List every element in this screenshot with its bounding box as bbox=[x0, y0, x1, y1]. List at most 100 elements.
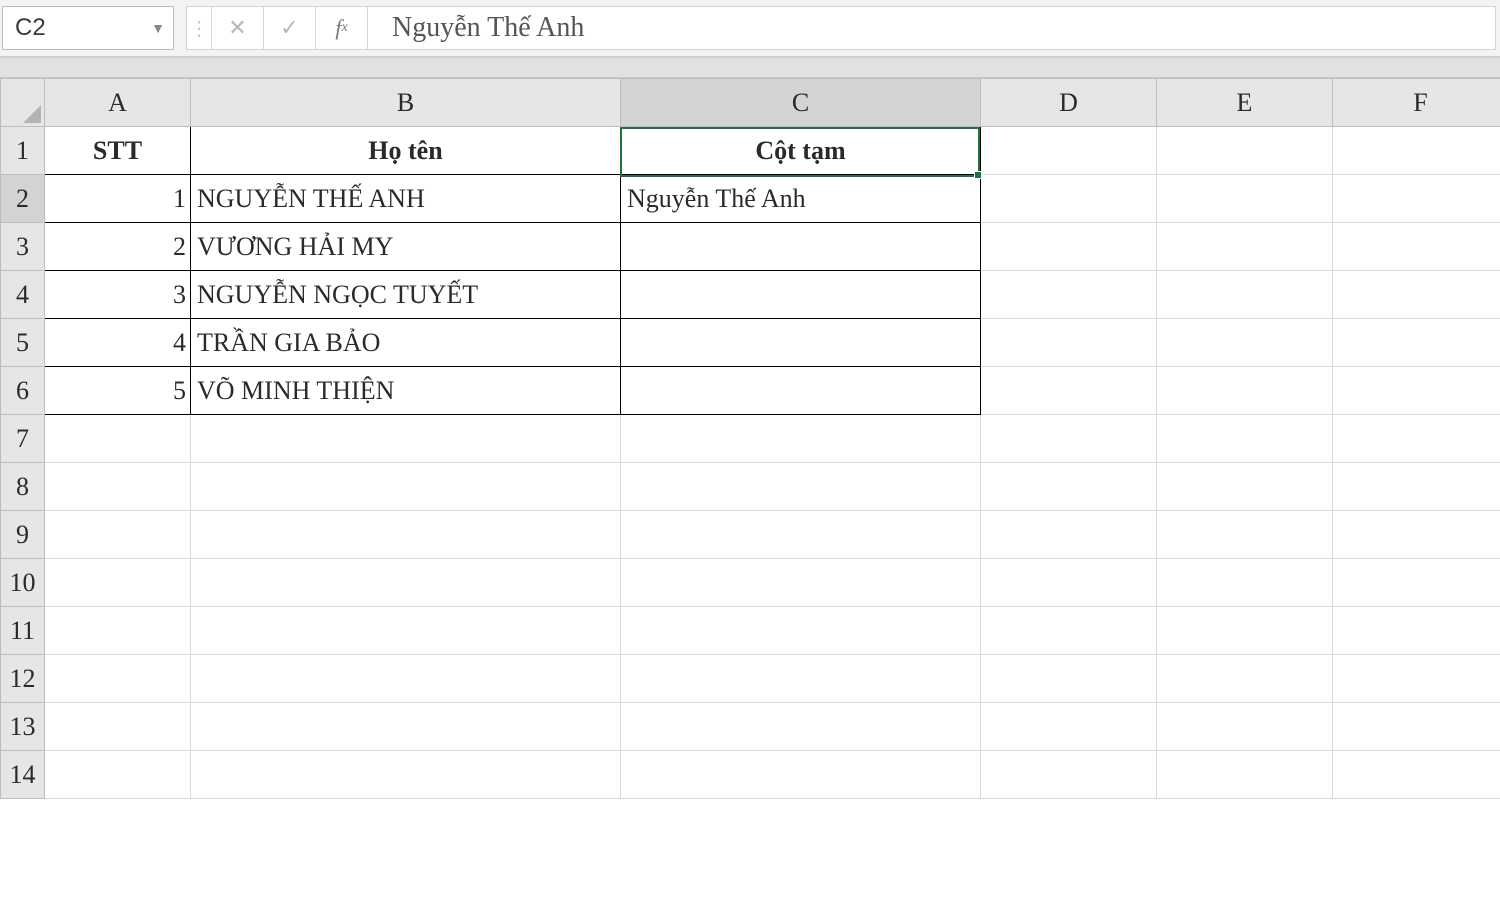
cell-B8[interactable] bbox=[191, 463, 621, 511]
cell-B9[interactable] bbox=[191, 511, 621, 559]
cell-F7[interactable] bbox=[1333, 415, 1500, 463]
cell-D4[interactable] bbox=[981, 271, 1157, 319]
cell-A9[interactable] bbox=[45, 511, 191, 559]
row-header-3[interactable]: 3 bbox=[1, 223, 45, 271]
cell-A2[interactable]: 1 bbox=[45, 175, 191, 223]
cell-D2[interactable] bbox=[981, 175, 1157, 223]
cell-E11[interactable] bbox=[1157, 607, 1333, 655]
cell-E10[interactable] bbox=[1157, 559, 1333, 607]
cell-F9[interactable] bbox=[1333, 511, 1500, 559]
cell-E4[interactable] bbox=[1157, 271, 1333, 319]
col-header-B[interactable]: B bbox=[191, 79, 621, 127]
cell-B6[interactable]: VÕ MINH THIỆN bbox=[191, 367, 621, 415]
cell-F1[interactable] bbox=[1333, 127, 1500, 175]
cell-A3[interactable]: 2 bbox=[45, 223, 191, 271]
cell-B11[interactable] bbox=[191, 607, 621, 655]
cell-C6[interactable] bbox=[621, 367, 981, 415]
cell-B5[interactable]: TRẦN GIA BẢO bbox=[191, 319, 621, 367]
cell-A7[interactable] bbox=[45, 415, 191, 463]
cell-C12[interactable] bbox=[621, 655, 981, 703]
cell-E8[interactable] bbox=[1157, 463, 1333, 511]
cell-E2[interactable] bbox=[1157, 175, 1333, 223]
row-header-14[interactable]: 14 bbox=[1, 751, 45, 799]
cell-A12[interactable] bbox=[45, 655, 191, 703]
col-header-E[interactable]: E bbox=[1157, 79, 1333, 127]
cell-A8[interactable] bbox=[45, 463, 191, 511]
cell-F3[interactable] bbox=[1333, 223, 1500, 271]
cell-A5[interactable]: 4 bbox=[45, 319, 191, 367]
cell-A4[interactable]: 3 bbox=[45, 271, 191, 319]
cell-F4[interactable] bbox=[1333, 271, 1500, 319]
cell-B10[interactable] bbox=[191, 559, 621, 607]
cell-C5[interactable] bbox=[621, 319, 981, 367]
row-header-5[interactable]: 5 bbox=[1, 319, 45, 367]
cell-D8[interactable] bbox=[981, 463, 1157, 511]
formula-input[interactable]: Nguyễn Thế Anh bbox=[367, 7, 1495, 49]
row-header-7[interactable]: 7 bbox=[1, 415, 45, 463]
cell-B13[interactable] bbox=[191, 703, 621, 751]
col-header-F[interactable]: F bbox=[1333, 79, 1500, 127]
confirm-icon[interactable]: ✓ bbox=[263, 7, 315, 49]
cell-C8[interactable] bbox=[621, 463, 981, 511]
cell-C11[interactable] bbox=[621, 607, 981, 655]
cell-D3[interactable] bbox=[981, 223, 1157, 271]
row-header-1[interactable]: 1 bbox=[1, 127, 45, 175]
cell-E13[interactable] bbox=[1157, 703, 1333, 751]
cell-F10[interactable] bbox=[1333, 559, 1500, 607]
row-header-10[interactable]: 10 bbox=[1, 559, 45, 607]
cell-E12[interactable] bbox=[1157, 655, 1333, 703]
cell-C2[interactable]: Nguyễn Thế Anh bbox=[621, 175, 981, 223]
cell-A6[interactable]: 5 bbox=[45, 367, 191, 415]
cell-E14[interactable] bbox=[1157, 751, 1333, 799]
row-header-12[interactable]: 12 bbox=[1, 655, 45, 703]
cell-A10[interactable] bbox=[45, 559, 191, 607]
row-header-6[interactable]: 6 bbox=[1, 367, 45, 415]
row-header-11[interactable]: 11 bbox=[1, 607, 45, 655]
cell-B3[interactable]: VƯƠNG HẢI MY bbox=[191, 223, 621, 271]
cell-B14[interactable] bbox=[191, 751, 621, 799]
cell-B4[interactable]: NGUYỄN NGỌC TUYẾT bbox=[191, 271, 621, 319]
cell-D12[interactable] bbox=[981, 655, 1157, 703]
cell-D1[interactable] bbox=[981, 127, 1157, 175]
cell-C13[interactable] bbox=[621, 703, 981, 751]
cell-F14[interactable] bbox=[1333, 751, 1500, 799]
cell-B1[interactable]: Họ tên bbox=[191, 127, 621, 175]
cell-F13[interactable] bbox=[1333, 703, 1500, 751]
cell-E1[interactable] bbox=[1157, 127, 1333, 175]
cell-F8[interactable] bbox=[1333, 463, 1500, 511]
row-header-8[interactable]: 8 bbox=[1, 463, 45, 511]
cell-C10[interactable] bbox=[621, 559, 981, 607]
spreadsheet-grid[interactable]: A B C D E F 1 STT Họ tên Cột tạm 2 1 NGU… bbox=[0, 78, 1500, 799]
cell-C9[interactable] bbox=[621, 511, 981, 559]
cell-D11[interactable] bbox=[981, 607, 1157, 655]
row-header-2[interactable]: 2 bbox=[1, 175, 45, 223]
cancel-icon[interactable]: ✕ bbox=[211, 7, 263, 49]
chevron-down-icon[interactable]: ▼ bbox=[151, 20, 165, 36]
cell-E5[interactable] bbox=[1157, 319, 1333, 367]
fx-icon[interactable]: fx bbox=[315, 7, 367, 49]
col-header-C[interactable]: C bbox=[621, 79, 981, 127]
cell-B2[interactable]: NGUYỄN THẾ ANH bbox=[191, 175, 621, 223]
cell-A14[interactable] bbox=[45, 751, 191, 799]
cell-D9[interactable] bbox=[981, 511, 1157, 559]
cell-F6[interactable] bbox=[1333, 367, 1500, 415]
row-header-9[interactable]: 9 bbox=[1, 511, 45, 559]
cell-A11[interactable] bbox=[45, 607, 191, 655]
cell-A13[interactable] bbox=[45, 703, 191, 751]
select-all-corner[interactable] bbox=[1, 79, 45, 127]
cell-C14[interactable] bbox=[621, 751, 981, 799]
row-header-13[interactable]: 13 bbox=[1, 703, 45, 751]
cell-C4[interactable] bbox=[621, 271, 981, 319]
cell-D10[interactable] bbox=[981, 559, 1157, 607]
cell-D7[interactable] bbox=[981, 415, 1157, 463]
cell-F11[interactable] bbox=[1333, 607, 1500, 655]
cell-E7[interactable] bbox=[1157, 415, 1333, 463]
cell-D14[interactable] bbox=[981, 751, 1157, 799]
row-header-4[interactable]: 4 bbox=[1, 271, 45, 319]
cell-F12[interactable] bbox=[1333, 655, 1500, 703]
cell-C3[interactable] bbox=[621, 223, 981, 271]
cell-E9[interactable] bbox=[1157, 511, 1333, 559]
name-box[interactable]: C2 ▼ bbox=[2, 6, 174, 50]
cell-E6[interactable] bbox=[1157, 367, 1333, 415]
col-header-A[interactable]: A bbox=[45, 79, 191, 127]
